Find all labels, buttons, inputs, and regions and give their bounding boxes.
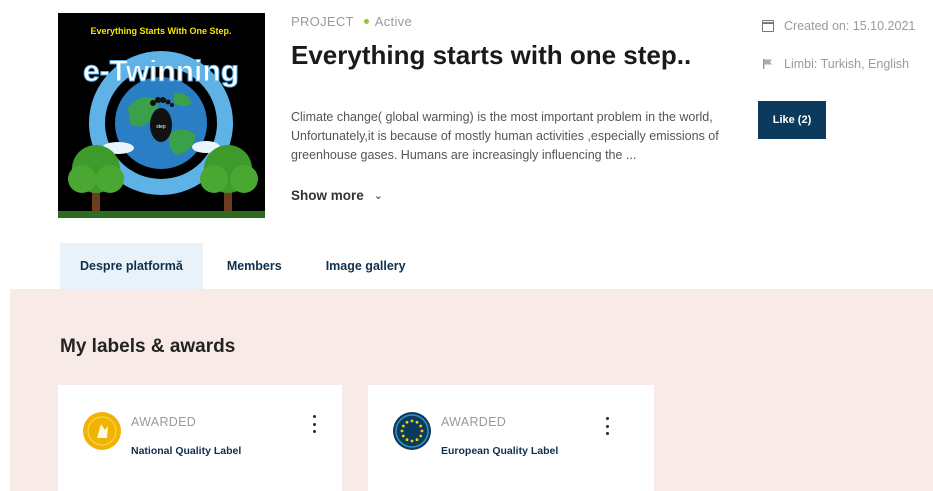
project-description: Climate change( global warming) is the m… (291, 110, 719, 162)
more-options-icon[interactable] (602, 417, 612, 435)
project-thumbnail: Everything Starts With One Step. step e-… (58, 13, 265, 218)
project-title: Everything starts with one step.. (291, 40, 692, 70)
label-name: National Quality Label (131, 445, 242, 457)
tab-members[interactable]: Members (203, 243, 304, 289)
status-indicator: Active (363, 14, 412, 29)
status-text: Active (374, 14, 412, 29)
european-quality-badge-icon (393, 412, 431, 450)
created-date: Created on: 15.10.2021 (784, 19, 916, 33)
more-options-icon[interactable] (309, 415, 319, 433)
languages-text: Limbi: Turkish, English (784, 57, 910, 71)
show-more-button[interactable]: Show more ⌄ (291, 188, 383, 203)
label-card-european: AWARDED European Quality Label (368, 385, 654, 491)
footprint-label: step (156, 124, 166, 130)
active-dot-icon (363, 19, 369, 24)
chevron-down-icon: ⌄ (373, 190, 383, 202)
label-name: European Quality Label (441, 445, 559, 457)
thumbnail-logo-text: e-Twinning (83, 55, 239, 88)
project-side-info: Created on: 15.10.2021 Limbi: Turkish, E… (762, 16, 915, 92)
award-status: AWARDED (441, 415, 507, 429)
tab-image-gallery[interactable]: Image gallery (304, 243, 428, 289)
tab-despre-platforma[interactable]: Despre platformă (60, 243, 203, 289)
award-status: AWARDED (131, 415, 197, 429)
label-card-national: AWARDED National Quality Label (58, 385, 342, 491)
labels-section-title: My labels & awards (60, 336, 236, 357)
thumbnail-heading: Everything Starts With One Step. (91, 26, 232, 36)
show-more-label: Show more (291, 188, 364, 203)
flag-icon (762, 58, 774, 70)
created-date-row: Created on: 15.10.2021 (762, 16, 915, 36)
like-button[interactable]: Like (2) (758, 101, 826, 139)
project-type-label: PROJECT (291, 14, 354, 29)
national-quality-badge-icon (83, 412, 121, 450)
languages-row: Limbi: Turkish, English (762, 54, 915, 74)
calendar-icon (762, 20, 774, 32)
project-tabs: Despre platformă Members Image gallery (60, 243, 428, 289)
project-meta: PROJECT Active (291, 14, 412, 29)
